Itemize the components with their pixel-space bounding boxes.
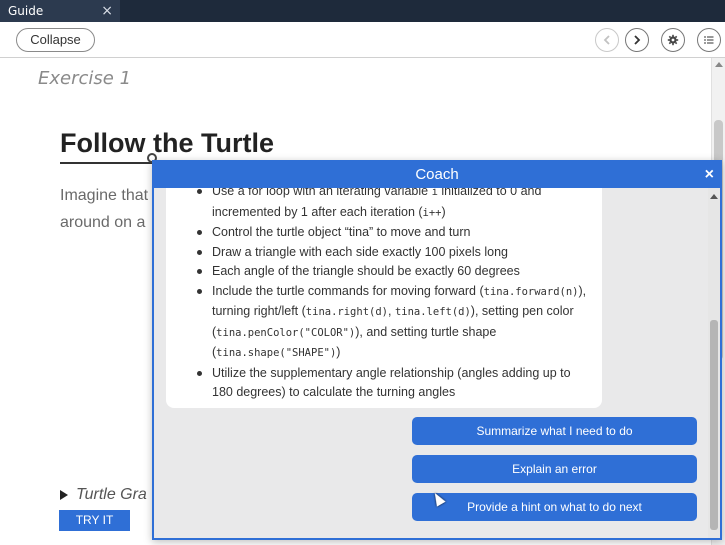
- coach-scroll-thumb[interactable]: [710, 320, 718, 530]
- next-button[interactable]: [625, 28, 649, 52]
- settings-button[interactable]: [661, 28, 685, 52]
- tab-bar: Guide ×: [0, 0, 725, 22]
- code-snippet: tina.penColor("COLOR"): [216, 326, 356, 339]
- bullet-text: ): [336, 345, 341, 359]
- coach-message: Use a for loop with an iterating variabl…: [166, 188, 602, 408]
- coach-body: Use a for loop with an iterating variabl…: [154, 188, 720, 538]
- bullet-text: ,: [387, 304, 395, 318]
- chevron-right-icon: [634, 35, 641, 45]
- code-snippet: tina.left(d): [394, 306, 471, 318]
- scroll-up-arrow-icon[interactable]: [715, 62, 723, 67]
- list-item: Draw a triangle with each side exactly 1…: [194, 243, 592, 263]
- code-snippet: tina.shape("SHAPE"): [216, 347, 337, 359]
- requirements-list: Use a for loop with an iterating variabl…: [194, 188, 592, 403]
- expand-triangle-icon: [60, 489, 68, 500]
- code-snippet: i++: [422, 206, 442, 219]
- list-item: Control the turtle object “tina” to move…: [194, 223, 592, 243]
- code-snippet: tina.forward(n): [483, 285, 579, 298]
- collapse-button[interactable]: Collapse: [16, 28, 95, 52]
- list-item: Utilize the supplementary angle relation…: [194, 364, 592, 403]
- intro-line-1: Imagine that: [60, 187, 149, 204]
- bullet-text: Utilize the supplementary angle relation…: [212, 365, 571, 400]
- tab-close-icon[interactable]: ×: [101, 0, 113, 22]
- bullet-text: Each angle of the triangle should be exa…: [212, 264, 520, 278]
- page-title: Follow the Turtle: [60, 128, 274, 158]
- chevron-left-icon: [603, 35, 610, 45]
- coach-scroll-up-icon[interactable]: [710, 194, 718, 199]
- try-it-button[interactable]: TRY IT: [59, 510, 130, 531]
- close-icon[interactable]: ×: [705, 162, 714, 188]
- exercise-label: Exercise 1: [38, 68, 132, 89]
- tab-guide-label: Guide: [8, 4, 44, 18]
- list-item: Each angle of the triangle should be exa…: [194, 262, 592, 282]
- intro-line-2: around on a: [60, 214, 146, 231]
- bullet-text: ): [441, 204, 446, 219]
- guide-toolbar: Collapse: [0, 22, 725, 58]
- code-snippet: tina.right(d): [305, 306, 388, 318]
- details-toggle[interactable]: Turtle Gra: [60, 486, 147, 504]
- intro-paragraph: Imagine that around on a: [60, 182, 160, 236]
- coach-title: Coach: [415, 166, 459, 183]
- previous-button[interactable]: [595, 28, 619, 52]
- menu-button[interactable]: [697, 28, 721, 52]
- hint-button[interactable]: Provide a hint on what to do next: [412, 493, 697, 521]
- bullet-text: Include the turtle commands for moving f…: [212, 283, 484, 298]
- tab-guide[interactable]: Guide ×: [0, 0, 120, 22]
- bullet-text: Use a for loop with an iterating variabl…: [212, 188, 432, 198]
- summarize-button[interactable]: Summarize what I need to do: [412, 417, 697, 445]
- bullet-text: Draw a triangle with each side exactly 1…: [212, 244, 508, 259]
- bullet-text: Control the turtle object “tina” to move…: [212, 225, 471, 239]
- list-item: Use a for loop with an iterating variabl…: [194, 188, 592, 223]
- list-item: Include the turtle commands for moving f…: [194, 282, 592, 364]
- coach-header[interactable]: Coach ×: [154, 162, 720, 188]
- coach-panel: Coach × Use a for loop with an iterating…: [152, 160, 722, 540]
- explain-error-button[interactable]: Explain an error: [412, 455, 697, 483]
- title-underline: [60, 162, 152, 164]
- details-label: Turtle Gra: [76, 486, 147, 503]
- coach-scrollbar[interactable]: [708, 188, 720, 538]
- gear-icon: [667, 34, 679, 46]
- list-icon: [704, 36, 714, 44]
